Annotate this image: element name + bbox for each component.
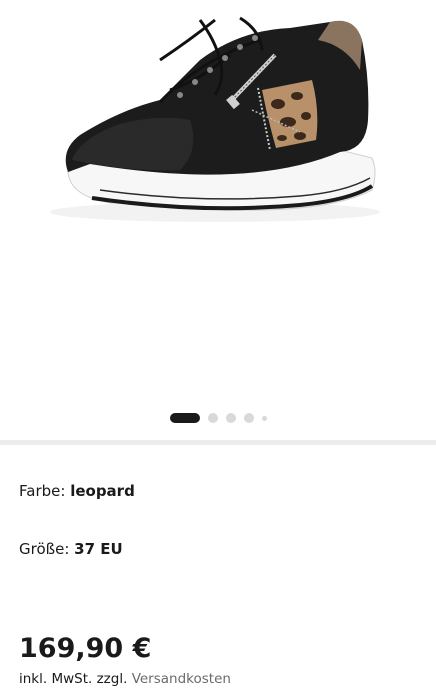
size-attribute: Größe: 37 EU bbox=[19, 539, 123, 559]
tax-note-text: inkl. MwSt. zzgl. bbox=[19, 671, 128, 687]
pager-dot[interactable] bbox=[261, 415, 267, 421]
size-value: 37 EU bbox=[74, 540, 123, 558]
pager-dot-active[interactable] bbox=[169, 413, 200, 423]
color-attribute: Farbe: leopard bbox=[19, 481, 135, 501]
pager-dot[interactable] bbox=[243, 413, 254, 423]
tax-note: inkl. MwSt. zzgl. Versandkosten bbox=[19, 670, 231, 688]
size-label: Größe: bbox=[19, 540, 70, 558]
color-label: Farbe: bbox=[19, 482, 66, 500]
product-image[interactable] bbox=[0, 0, 436, 400]
shipping-costs-link[interactable]: Versandkosten bbox=[132, 671, 231, 687]
product-image-gallery[interactable] bbox=[0, 0, 436, 440]
color-value: leopard bbox=[70, 482, 135, 500]
image-pager[interactable] bbox=[0, 411, 436, 425]
pager-dot[interactable] bbox=[207, 413, 218, 423]
pager-dot[interactable] bbox=[225, 413, 236, 423]
section-divider bbox=[0, 440, 436, 445]
price: 169,90 € bbox=[19, 633, 152, 664]
